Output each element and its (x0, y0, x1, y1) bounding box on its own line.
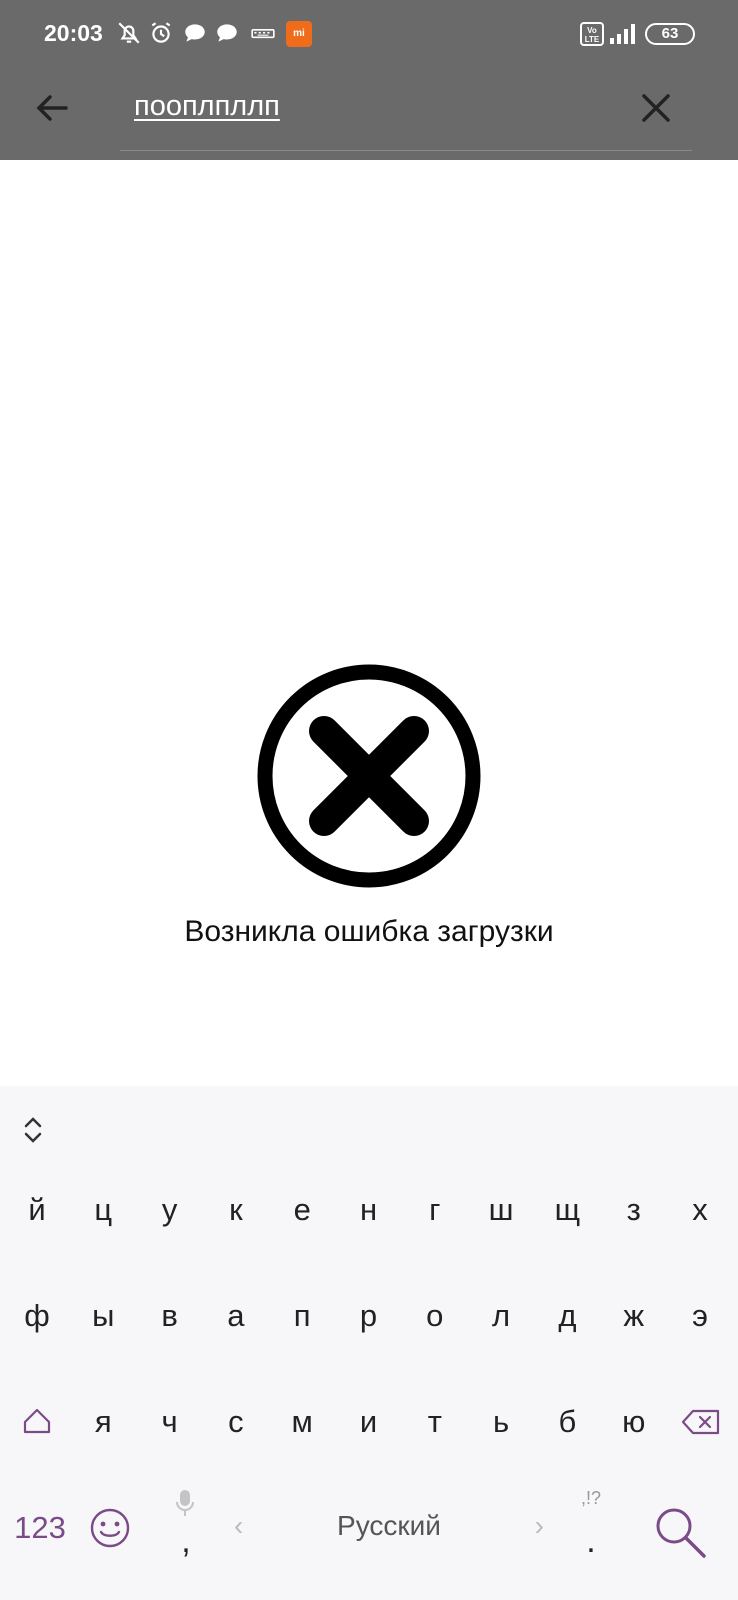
shift-key[interactable] (4, 1392, 70, 1452)
smiley-icon (90, 1508, 130, 1548)
key-ю[interactable]: ю (601, 1392, 667, 1452)
period-label: . (586, 1522, 596, 1560)
comma-key[interactable]: , (160, 1482, 212, 1582)
error-circle-x-icon (257, 664, 481, 888)
key-м[interactable]: м (269, 1392, 335, 1452)
keyboard-row-1: йцукенгшщзх (0, 1180, 738, 1240)
search-underline (120, 150, 692, 151)
key-э[interactable]: э (667, 1286, 733, 1346)
key-с[interactable]: с (203, 1392, 269, 1452)
key-в[interactable]: в (137, 1286, 203, 1346)
key-п[interactable]: п (269, 1286, 335, 1346)
key-н[interactable]: н (336, 1180, 402, 1240)
comma-label: , (181, 1522, 191, 1560)
backspace-key[interactable] (668, 1392, 734, 1452)
clear-search-button[interactable] (634, 86, 678, 130)
keyboard-row-3: ячсмитьбю (0, 1392, 738, 1452)
chat-bubble-icon (214, 20, 240, 46)
key-и[interactable]: и (336, 1392, 402, 1452)
space-bar-language: Русский (337, 1510, 441, 1541)
key-к[interactable]: к (203, 1180, 269, 1240)
key-л[interactable]: л (468, 1286, 534, 1346)
close-icon (642, 94, 670, 122)
key-т[interactable]: т (402, 1392, 468, 1452)
mi-app-icon: mi (286, 21, 312, 47)
emoji-key[interactable] (88, 1506, 132, 1550)
arrow-left-icon (36, 95, 68, 121)
key-у[interactable]: у (137, 1180, 203, 1240)
key-р[interactable]: р (336, 1286, 402, 1346)
keyboard-toggle-icon[interactable] (18, 1112, 48, 1148)
key-я[interactable]: я (70, 1392, 136, 1452)
microphone-icon (176, 1490, 194, 1516)
key-х[interactable]: х (667, 1180, 733, 1240)
volte-icon: Vo LTE (580, 22, 604, 46)
back-button[interactable] (30, 86, 74, 130)
signal-icon (609, 22, 639, 46)
key-ы[interactable]: ы (70, 1286, 136, 1346)
keyboard: йцукенгшщзх фывапролджэ ячсмитьбю 123 , … (0, 1086, 738, 1600)
keyboard-row-2: фывапролджэ (0, 1286, 738, 1346)
search-input[interactable]: пооплпллп (134, 90, 280, 123)
numbers-key[interactable]: 123 (8, 1498, 72, 1558)
bell-off-icon (116, 20, 142, 46)
key-й[interactable]: й (4, 1180, 70, 1240)
backspace-icon (681, 1409, 720, 1435)
key-ш[interactable]: ш (468, 1180, 534, 1240)
key-ф[interactable]: ф (4, 1286, 70, 1346)
top-bar: 20:03 mi Vo LTE 63 пооплпллп (0, 0, 738, 160)
alarm-icon (148, 20, 174, 46)
key-г[interactable]: г (402, 1180, 468, 1240)
key-щ[interactable]: щ (534, 1180, 600, 1240)
key-ц[interactable]: ц (70, 1180, 136, 1240)
keyboard-bottom-row: 123 , ‹ Русский › ,!? . (0, 1482, 738, 1600)
status-bar: 20:03 mi Vo LTE 63 (0, 0, 738, 70)
status-time: 20:03 (44, 20, 103, 46)
shift-icon (23, 1408, 51, 1434)
key-е[interactable]: е (269, 1180, 335, 1240)
key-з[interactable]: з (601, 1180, 667, 1240)
period-key[interactable]: ,!? . (566, 1482, 616, 1582)
space-bar[interactable]: ‹ Русский › (224, 1494, 554, 1558)
search-key[interactable] (652, 1504, 708, 1560)
key-о[interactable]: о (402, 1286, 468, 1346)
battery-indicator: 63 (645, 23, 695, 45)
key-б[interactable]: б (534, 1392, 600, 1452)
error-message: Возникла ошибка загрузки (184, 915, 554, 948)
key-а[interactable]: а (203, 1286, 269, 1346)
keyboard-icon (250, 20, 276, 46)
key-ь[interactable]: ь (468, 1392, 534, 1452)
chevron-right-icon: › (534, 1510, 544, 1541)
key-д[interactable]: д (534, 1286, 600, 1346)
search-icon (656, 1508, 706, 1558)
key-ч[interactable]: ч (137, 1392, 203, 1452)
period-key-alternates: ,!? (580, 1488, 601, 1508)
search-app-bar: пооплпллп (0, 70, 738, 160)
chat-bubble-icon (182, 20, 208, 46)
key-ж[interactable]: ж (601, 1286, 667, 1346)
